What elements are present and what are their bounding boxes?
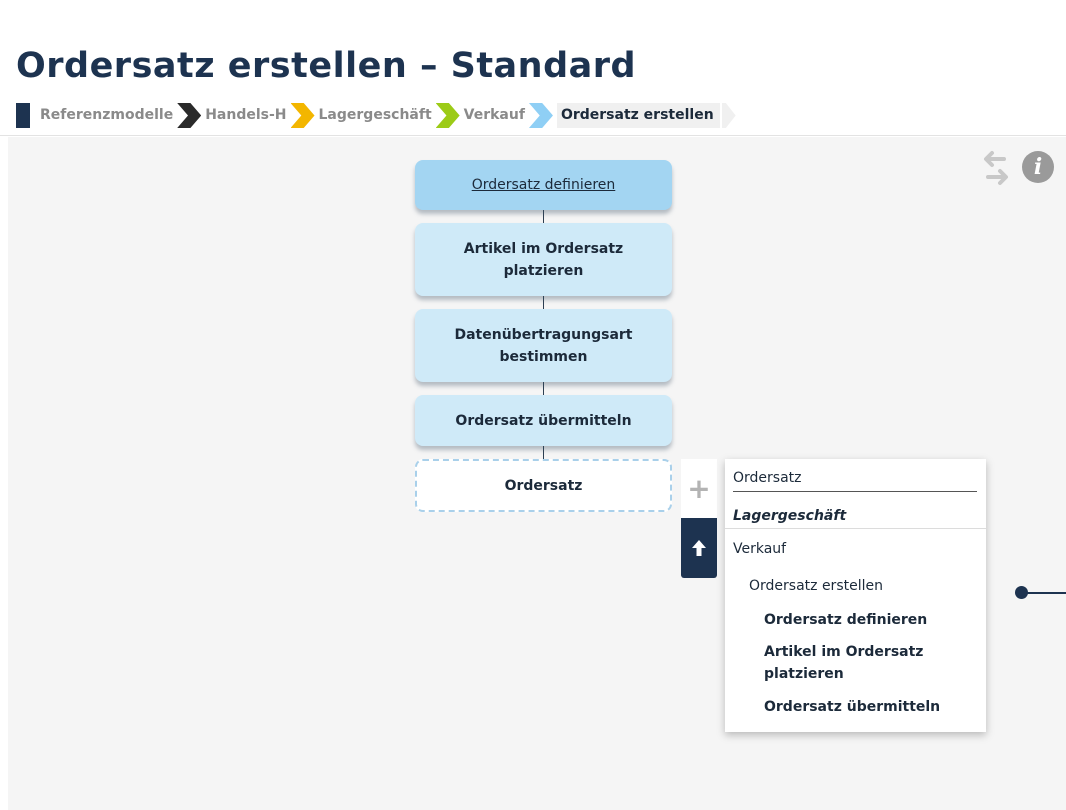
dropdown-category: Lagergeschäft [733, 508, 847, 524]
page-header: Ordersatz erstellen – Standard Referenzm… [0, 0, 1066, 136]
object-name-input[interactable]: Ordersatz [733, 470, 977, 492]
connector-line [543, 446, 544, 459]
process-step-ordersatz-definieren[interactable]: Ordersatz definieren [415, 160, 672, 210]
dropdown-item-ordersatz-definieren[interactable]: Ordersatz definieren [764, 609, 927, 631]
breadcrumb-chevron-icon [177, 103, 202, 128]
arrow-up-icon [692, 540, 706, 556]
dropdown-item-verkauf[interactable]: Verkauf [733, 538, 786, 560]
breadcrumb-item-handels-h[interactable]: Handels-H [205, 103, 286, 128]
object-autocomplete-dropdown: Ordersatz Lagergeschäft Verkauf Ordersat… [725, 459, 986, 732]
dropdown-item-ordersatz-erstellen[interactable]: Ordersatz erstellen [749, 575, 883, 597]
breadcrumb-item-referenzmodelle[interactable]: Referenzmodelle [40, 103, 173, 128]
dropdown-item-artikel-platzieren[interactable]: Artikel im Ordersatz platzieren [764, 641, 964, 685]
add-button[interactable]: + [681, 459, 717, 519]
undo-redo-icon[interactable] [978, 147, 1014, 191]
breadcrumb-item-lagergeschaeft[interactable]: Lagergeschäft [319, 103, 432, 128]
breadcrumb-item-verkauf[interactable]: Verkauf [464, 103, 525, 128]
breadcrumb-marker [16, 103, 30, 128]
breadcrumb-current-wrap: Ordersatz erstellen [556, 103, 720, 128]
breadcrumb-chevron-icon [528, 103, 553, 128]
dropdown-item-ordersatz-uebermitteln[interactable]: Ordersatz übermitteln [764, 696, 940, 718]
dropdown-divider [725, 528, 986, 529]
breadcrumb: Referenzmodelle Handels-H Lagergeschäft … [16, 103, 736, 128]
page-title: Ordersatz erstellen – Standard [16, 46, 637, 86]
navigate-up-button[interactable] [681, 518, 717, 578]
connector-line [543, 382, 544, 395]
process-step-ordersatz-uebermitteln[interactable]: Ordersatz übermitteln [415, 395, 672, 446]
object-ordersatz[interactable]: Ordersatz [415, 459, 672, 512]
connector-line [543, 210, 544, 223]
info-icon[interactable]: i [1022, 151, 1054, 183]
process-step-datenuebertragungsart[interactable]: Datenübertragungsart bestimmen [415, 309, 672, 382]
edge-handle-line [1025, 592, 1066, 594]
plus-icon: + [687, 472, 711, 505]
connector-line [543, 296, 544, 309]
breadcrumb-item-current: Ordersatz erstellen [560, 107, 714, 123]
process-step-artikel-platzieren[interactable]: Artikel im Ordersatz platzieren [415, 223, 672, 296]
canvas-tools: i [978, 147, 1060, 191]
breadcrumb-chevron-icon [435, 103, 460, 128]
breadcrumb-chevron-icon [290, 103, 315, 128]
breadcrumb-tail [721, 103, 736, 128]
